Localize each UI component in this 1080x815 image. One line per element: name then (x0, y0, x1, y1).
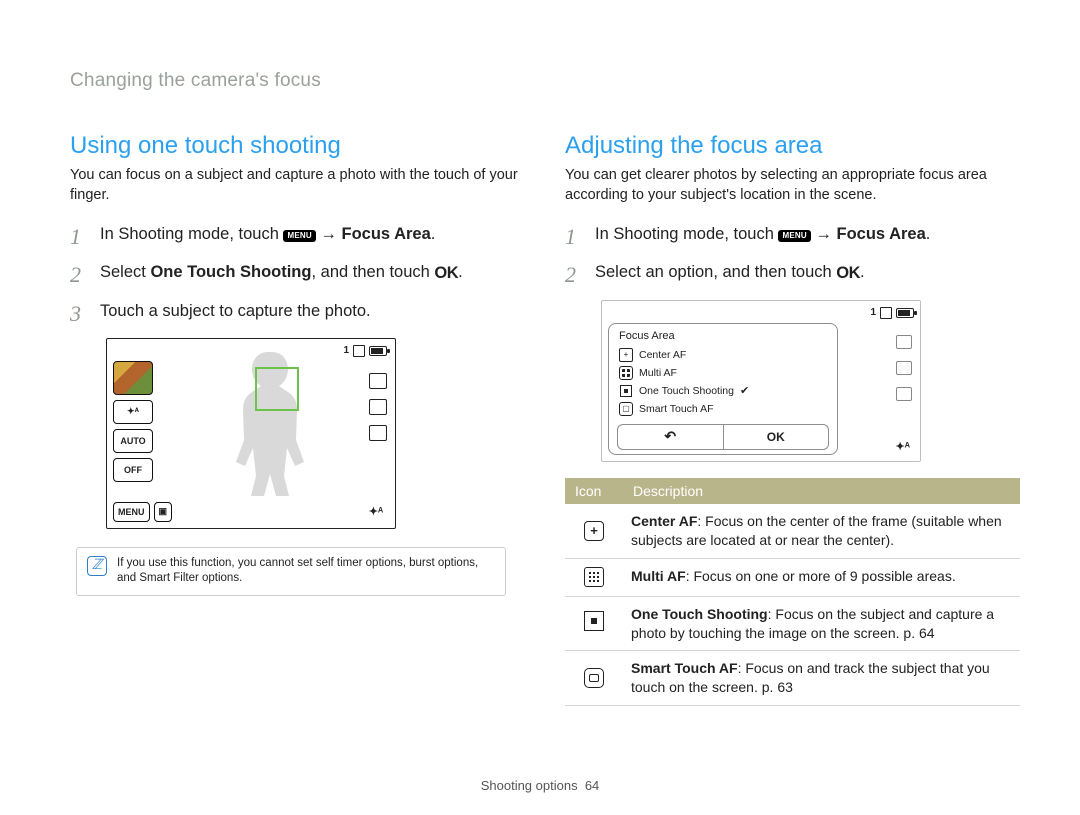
focus-area-dialog-illustration: 1 Focus Area + Center AF Multi AF (601, 300, 921, 462)
focus-area-description-table: Icon Description Center AF: Focus on the… (565, 478, 1020, 706)
flash-status-icon: ✦ᴬ (367, 504, 385, 520)
ok-icon: OK (836, 262, 860, 286)
center-af-icon (584, 521, 604, 541)
menu-button: MENU (113, 502, 150, 522)
side-icon (896, 387, 912, 401)
one-touch-icon (619, 384, 633, 398)
cam-right-icon (369, 399, 387, 415)
left-step-3: Touch a subject to capture the photo. (70, 300, 525, 324)
cam-bottom-bar: MENU ▣ (113, 502, 389, 522)
back-button: ↶ (617, 424, 723, 450)
ok-button: OK (723, 424, 830, 450)
note-icon: ℤ (87, 556, 107, 576)
auto-mode-button: AUTO (113, 429, 153, 453)
table-row: Multi AF: Focus on one or more of 9 poss… (565, 558, 1020, 596)
right-step-1: In Shooting mode, touch MENU → Focus Are… (565, 223, 1020, 247)
cam-stage (159, 361, 389, 496)
camera-screen-illustration: 1 ✦ᴬ AUTO OFF (106, 338, 396, 529)
left-step-2: Select One Touch Shooting, and then touc… (70, 261, 525, 286)
ok-icon: OK (434, 262, 458, 286)
page-footer: Shooting options 64 (0, 778, 1080, 793)
side-icon (896, 335, 912, 349)
dialog-title: Focus Area (619, 330, 829, 342)
left-column: Using one touch shooting You can focus o… (70, 132, 525, 706)
left-step-1: In Shooting mode, touch MENU → Focus Are… (70, 223, 525, 247)
table-head-icon: Icon (565, 478, 623, 504)
battery-icon (369, 346, 387, 356)
table-head-description: Description (623, 478, 1020, 504)
shot-counter: 1 (343, 345, 349, 356)
display-mode-button: ▣ (154, 502, 173, 522)
note-text: If you use this function, you cannot set… (117, 556, 495, 587)
dialog-side-icons (896, 335, 912, 401)
table-row: Smart Touch AF: Focus on and track the s… (565, 651, 1020, 706)
note-box: ℤ If you use this function, you cannot s… (76, 547, 506, 596)
check-icon: ✔ (740, 384, 749, 397)
breadcrumb: Changing the camera's focus (70, 70, 1020, 92)
battery-icon (896, 308, 914, 318)
dialog-option-multi-af: Multi AF (617, 364, 829, 382)
multi-af-icon (619, 366, 633, 380)
shot-counter: 1 (870, 307, 876, 318)
focus-box-indicator (255, 367, 299, 411)
center-af-icon: + (619, 348, 633, 362)
right-intro: You can get clearer photos by selecting … (565, 166, 1020, 205)
menu-icon: MENU (778, 230, 810, 242)
smart-touch-icon: ▢ (619, 402, 633, 416)
sd-card-icon (353, 345, 365, 357)
left-heading: Using one touch shooting (70, 132, 525, 160)
cam-left-buttons: ✦ᴬ AUTO OFF (113, 361, 153, 496)
cam-right-icon (369, 373, 387, 389)
flash-status-icon: ✦ᴬ (895, 440, 910, 453)
sd-card-icon (880, 307, 892, 319)
dialog-option-smart-touch: ▢ Smart Touch AF (617, 400, 829, 418)
right-steps: In Shooting mode, touch MENU → Focus Are… (565, 223, 1020, 286)
thumbnail-icon (113, 361, 153, 395)
menu-icon: MENU (283, 230, 315, 242)
multi-af-icon (584, 567, 604, 587)
flash-mode-button: ✦ᴬ (113, 400, 153, 424)
one-touch-icon (584, 611, 604, 631)
side-icon (896, 361, 912, 375)
right-heading: Adjusting the focus area (565, 132, 1020, 160)
table-row: One Touch Shooting: Focus on the subject… (565, 596, 1020, 651)
cam-right-icon (369, 425, 387, 441)
left-steps: In Shooting mode, touch MENU → Focus Are… (70, 223, 525, 324)
table-row: Center AF: Focus on the center of the fr… (565, 504, 1020, 558)
dialog-option-center-af: + Center AF (617, 346, 829, 364)
right-step-2: Select an option, and then touch OK. (565, 261, 1020, 286)
focus-area-dialog: Focus Area + Center AF Multi AF One Touc… (608, 323, 838, 455)
right-column: Adjusting the focus area You can get cle… (565, 132, 1020, 706)
dialog-option-one-touch: One Touch Shooting ✔ (617, 382, 829, 400)
cam-right-icons (369, 373, 387, 441)
timer-off-button: OFF (113, 458, 153, 482)
smart-touch-icon (584, 668, 604, 688)
left-intro: You can focus on a subject and capture a… (70, 166, 525, 205)
